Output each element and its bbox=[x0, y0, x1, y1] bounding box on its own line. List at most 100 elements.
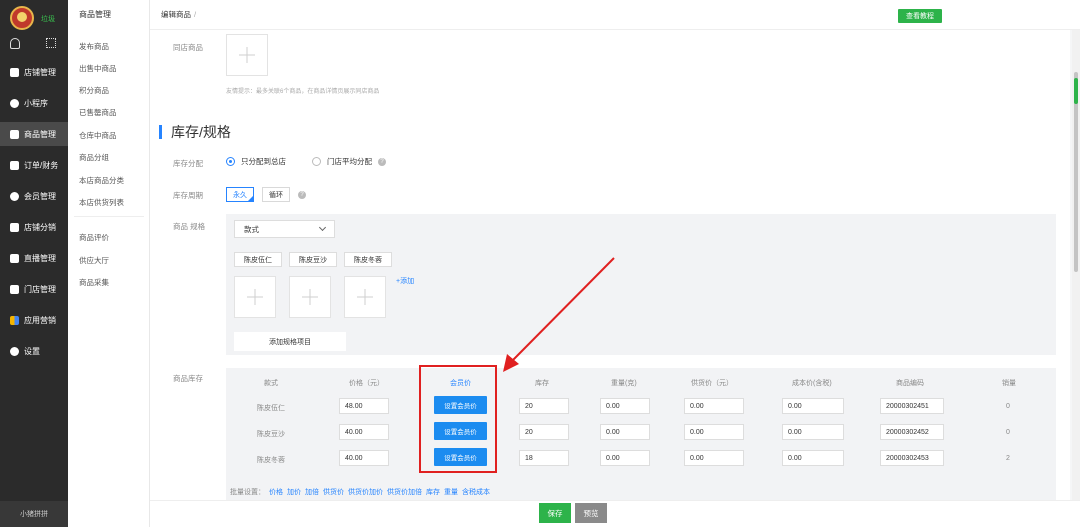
sidebar-item-live[interactable]: 直播管理 bbox=[0, 246, 68, 270]
radio-unchecked-icon bbox=[312, 157, 321, 166]
add-same-shop-goods-button[interactable] bbox=[226, 34, 268, 76]
submenu-item[interactable]: 商品分组 bbox=[79, 152, 109, 163]
submenu-title: 商品管理 bbox=[79, 10, 111, 19]
sidebar-item-goods[interactable]: 商品管理 bbox=[0, 122, 68, 146]
breadcrumb: 编辑商品 / bbox=[161, 9, 196, 20]
submenu-item[interactable]: 出售中商品 bbox=[79, 63, 117, 74]
preview-button[interactable]: 预览 bbox=[575, 503, 607, 523]
add-spec-image-button[interactable] bbox=[344, 276, 386, 318]
submenu-item[interactable]: 商品评价 bbox=[79, 232, 109, 243]
price-input[interactable]: 40.00 bbox=[339, 450, 389, 466]
price-input[interactable]: 40.00 bbox=[339, 424, 389, 440]
sku-name: 陈皮豆沙 bbox=[257, 431, 285, 438]
bell-icon[interactable] bbox=[10, 38, 20, 49]
hint-text: 友情提示：最多关联6个商品，在商品详情页展示同店商品 bbox=[226, 89, 380, 95]
sidebar-item-stores[interactable]: 门店管理 bbox=[0, 277, 68, 301]
batch-label: 批量设置： bbox=[230, 489, 265, 496]
sidebar-item-store[interactable]: 店铺管理 bbox=[0, 60, 68, 84]
column-header: 成本价(含税) bbox=[792, 380, 832, 387]
column-header: 销量 bbox=[1002, 380, 1016, 387]
submenu-item[interactable]: 本店商品分类 bbox=[79, 175, 124, 186]
sku-name: 陈皮冬蓉 bbox=[257, 457, 285, 464]
qr-code-icon[interactable] bbox=[46, 38, 56, 48]
cycle-permanent-option[interactable]: 永久 bbox=[226, 187, 254, 202]
select-value: 款式 bbox=[244, 224, 259, 234]
alloc-average-radio[interactable]: 门店平均分配? bbox=[312, 156, 386, 167]
spec-value-chip[interactable]: 陈皮豆沙 bbox=[289, 252, 337, 267]
bottom-action-bar: 保存 预览 bbox=[150, 500, 1080, 527]
stock-input[interactable]: 20 bbox=[519, 398, 569, 414]
add-spec-item-button[interactable]: 添加规格项目 bbox=[234, 332, 346, 351]
section-marker bbox=[159, 125, 162, 139]
page-scrollbar[interactable] bbox=[1072, 30, 1080, 500]
save-button[interactable]: 保存 bbox=[539, 503, 571, 523]
shop-header[interactable]: 垃圾 bbox=[0, 0, 68, 34]
batch-link[interactable]: 重量 bbox=[444, 487, 458, 497]
goods-code-input[interactable]: 20000302451 bbox=[880, 398, 944, 414]
sidebar-item-members[interactable]: 会员管理 bbox=[0, 184, 68, 208]
sidebar-item-label: 店铺管理 bbox=[24, 67, 56, 77]
cost-price-input[interactable]: 0.00 bbox=[782, 450, 844, 466]
weight-input[interactable]: 0.00 bbox=[600, 450, 650, 466]
batch-link[interactable]: 供货价加倍 bbox=[387, 487, 422, 497]
price-input[interactable]: 48.00 bbox=[339, 398, 389, 414]
shop-name: 垃圾 bbox=[41, 16, 55, 23]
spec-value-chip[interactable]: 陈皮伍仁 bbox=[234, 252, 282, 267]
sidebar-item-settings[interactable]: 设置 bbox=[0, 339, 68, 363]
help-icon[interactable]: ? bbox=[298, 191, 306, 199]
gear-icon bbox=[10, 346, 19, 356]
column-header: 价格（元） bbox=[349, 380, 384, 387]
sidebar-item-miniprogram[interactable]: 小程序 bbox=[0, 91, 68, 115]
stock-input[interactable]: 20 bbox=[519, 424, 569, 440]
goods-code-input[interactable]: 20000302452 bbox=[880, 424, 944, 440]
cost-price-input[interactable]: 0.00 bbox=[782, 424, 844, 440]
breadcrumb-current[interactable]: 编辑商品 bbox=[161, 10, 191, 19]
sales-count: 0 bbox=[1006, 403, 1010, 410]
batch-link[interactable]: 价格 bbox=[269, 487, 283, 497]
supply-price-input[interactable]: 0.00 bbox=[684, 450, 744, 466]
sidebar-item-orders[interactable]: 订单/财务 bbox=[0, 153, 68, 177]
shop-avatar[interactable] bbox=[10, 6, 34, 30]
batch-link[interactable]: 供货价 bbox=[323, 487, 344, 497]
sidebar-item-distribution[interactable]: 店铺分销 bbox=[0, 215, 68, 239]
batch-link[interactable]: 供货价加价 bbox=[348, 487, 383, 497]
cost-price-input[interactable]: 0.00 bbox=[782, 398, 844, 414]
submenu-item[interactable]: 已售罄商品 bbox=[79, 107, 117, 118]
chevron-down-icon bbox=[318, 223, 327, 232]
spec-value-chip[interactable]: 陈皮冬蓉 bbox=[344, 252, 392, 267]
member-icon bbox=[10, 191, 19, 201]
goods-code-input[interactable]: 20000302453 bbox=[880, 450, 944, 466]
sidebar-item-apps[interactable]: 应用营销 bbox=[0, 308, 68, 332]
batch-link[interactable]: 加倍 bbox=[305, 487, 319, 497]
submenu-item[interactable]: 本店供货列表 bbox=[79, 197, 124, 208]
batch-link[interactable]: 库存 bbox=[426, 487, 440, 497]
submenu-item[interactable]: 发布商品 bbox=[79, 41, 109, 52]
help-icon[interactable]: ? bbox=[378, 157, 386, 166]
sidebar-item-label: 设置 bbox=[24, 346, 40, 356]
submenu-item[interactable]: 仓库中商品 bbox=[79, 130, 117, 141]
add-spec-value-link[interactable]: +添加 bbox=[396, 276, 414, 286]
supply-price-input[interactable]: 0.00 bbox=[684, 398, 744, 414]
view-tutorial-button[interactable]: 查看教程 bbox=[898, 9, 942, 23]
sidebar-tools bbox=[0, 36, 68, 54]
column-header: 款式 bbox=[264, 380, 278, 387]
submenu-item[interactable]: 积分商品 bbox=[79, 85, 109, 96]
add-spec-image-button[interactable] bbox=[234, 276, 276, 318]
spec-type-select[interactable]: 款式 bbox=[234, 220, 335, 238]
add-spec-image-button[interactable] bbox=[289, 276, 331, 318]
sidebar-footer: 小猪拼拼 bbox=[0, 501, 68, 527]
same-shop-goods-label: 同店商品 bbox=[173, 43, 203, 52]
batch-link[interactable]: 加价 bbox=[287, 487, 301, 497]
sidebar-item-label: 门店管理 bbox=[24, 284, 56, 294]
batch-link[interactable]: 含税成本 bbox=[462, 487, 490, 497]
weight-input[interactable]: 0.00 bbox=[600, 424, 650, 440]
stock-cycle-label: 库存周期 bbox=[173, 191, 203, 200]
stock-input[interactable]: 18 bbox=[519, 450, 569, 466]
cycle-loop-option[interactable]: 循环 bbox=[262, 187, 290, 202]
submenu-item[interactable]: 商品采集 bbox=[79, 277, 109, 288]
supply-price-input[interactable]: 0.00 bbox=[684, 424, 744, 440]
weight-input[interactable]: 0.00 bbox=[600, 398, 650, 414]
submenu-item[interactable]: 供应大厅 bbox=[79, 255, 109, 266]
alloc-headquarters-radio[interactable]: 只分配到总店 bbox=[226, 156, 286, 167]
store-icon bbox=[10, 67, 19, 77]
